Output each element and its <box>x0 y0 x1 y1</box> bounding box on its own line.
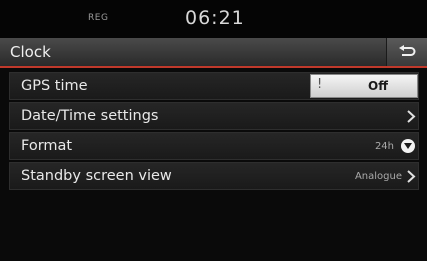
chevron-right-icon <box>407 110 416 123</box>
standby-screen-label: Standby screen view <box>21 168 172 184</box>
clock-time: 06:21 <box>185 7 245 29</box>
title-bar: Clock <box>0 38 427 68</box>
toggle-value: Off <box>368 79 388 93</box>
format-label: Format <box>21 138 73 154</box>
dropdown-arrow-icon[interactable] <box>401 139 415 153</box>
standby-screen-row[interactable]: Standby screen view Analogue <box>9 162 419 190</box>
datetime-settings-row[interactable]: Date/Time settings <box>9 102 419 130</box>
standby-screen-value: Analogue <box>354 171 402 182</box>
datetime-settings-label: Date/Time settings <box>21 108 159 124</box>
back-button[interactable] <box>386 38 427 66</box>
reg-indicator: REG <box>88 13 109 23</box>
status-bar: REG 06:21 <box>0 0 427 38</box>
page-title: Clock <box>10 43 51 61</box>
toggle-indicator: ! <box>317 77 323 92</box>
gps-time-toggle[interactable]: ! Off <box>310 74 418 98</box>
format-row[interactable]: Format 24h <box>9 132 419 160</box>
back-arrow-icon <box>399 45 416 56</box>
gps-time-row[interactable]: GPS time ! Off <box>9 72 419 100</box>
format-value: 24h <box>374 141 394 152</box>
chevron-right-icon <box>407 170 416 183</box>
gps-time-label: GPS time <box>21 78 88 94</box>
